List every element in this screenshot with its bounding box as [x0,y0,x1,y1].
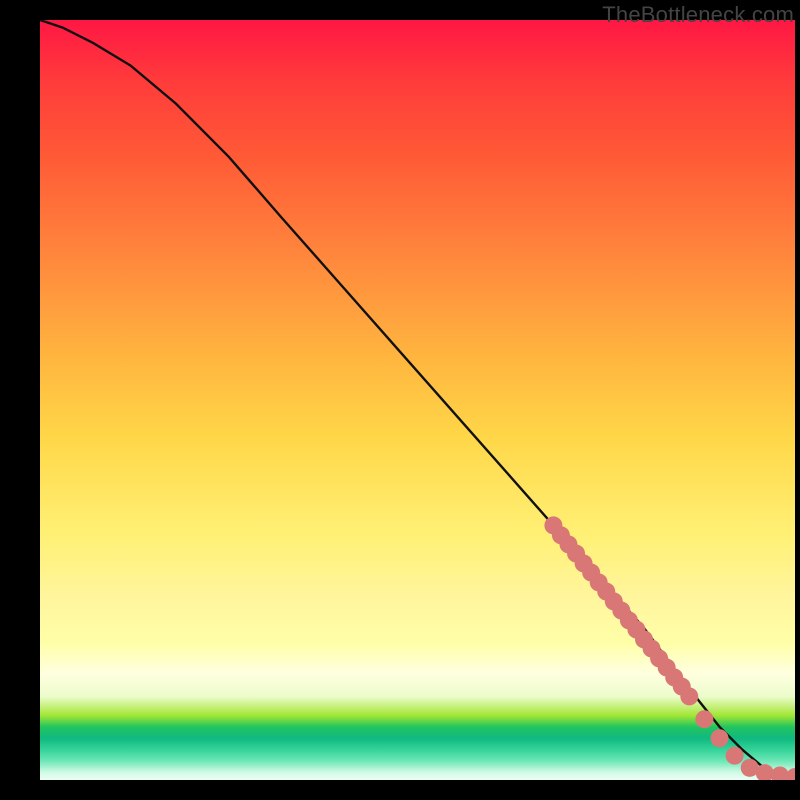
data-point [627,621,645,639]
data-point [741,759,759,777]
data-point [567,545,585,563]
watermark-text: TheBottleneck.com [602,2,794,28]
data-point [786,768,795,780]
data-point [771,766,789,780]
data-point [643,640,661,658]
curve-line [40,20,795,778]
data-point [658,659,676,677]
data-point [544,516,562,534]
data-point [726,747,744,765]
data-point [582,564,600,582]
chart-frame: TheBottleneck.com [0,0,800,800]
data-point [597,583,615,601]
data-point [612,602,630,620]
data-point [590,573,608,591]
data-point [635,630,653,648]
data-point [711,729,729,747]
data-point [756,764,774,780]
data-point [605,592,623,610]
data-point [560,535,578,553]
chart-svg [40,20,795,780]
data-point [575,554,593,572]
marker-group [544,516,795,780]
data-point [673,678,691,696]
data-point [552,526,570,544]
data-point [680,687,698,705]
data-point [665,668,683,686]
data-point [650,649,668,667]
data-point [695,710,713,728]
plot-area [40,20,795,780]
data-point [620,611,638,629]
